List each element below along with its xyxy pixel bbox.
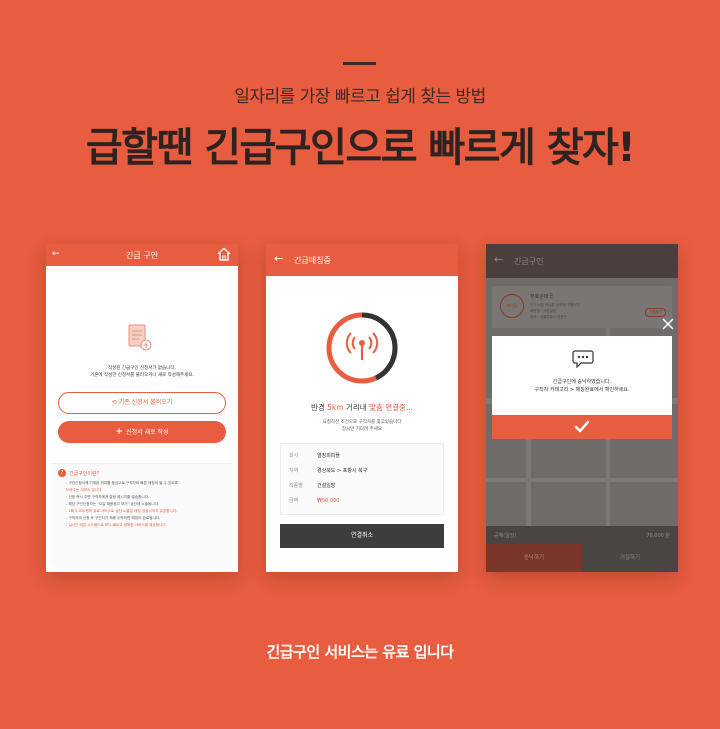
table-row: 회사 열정피피플 xyxy=(289,453,341,459)
help-line: - 1회 5,000원의 유료 서비스로 상단 노출은 매칭 성공시까지 유효합… xyxy=(66,509,178,513)
table-row: 지역 경상북도 > 포항시 북구 xyxy=(289,468,368,474)
help-line: - 신청 즉시 주변 구직자에게 알림 메시지를 발송합니다. xyxy=(66,495,150,499)
page-subtitle: 일자리를 가장 빠르고 쉽게 찾는 방법 xyxy=(234,87,486,107)
confirmation-modal: 긴급구인에 승낙하였습니다. 구직자 카테고리 > 매칭완료에서 확인하세요. xyxy=(492,336,672,439)
confirm-button[interactable] xyxy=(492,415,672,439)
close-icon[interactable] xyxy=(662,318,674,330)
job-info-table: 회사 열정피피플 지역 경상북도 > 포항시 북구 직종별 건설일방 금액 ₩50,00… xyxy=(280,443,444,515)
empty-state-message: 작성된 긴급구인 신청서가 없습니다. 기존에 작성한 신청서를 불러오거나 새… xyxy=(90,366,194,378)
help-line: - 실시간 매칭 시스템으로 보다 빠르고 정확한 서비스를 제공합니다. xyxy=(66,523,167,527)
phone-screen-request: ← 긴급 구인 작성된 긴급구인 신청서가 없습니다. 기존에 작성한 신청서를… xyxy=(46,244,238,572)
shop-name: 부호순대국 xyxy=(530,294,554,300)
accept-button[interactable]: 승낙하기 xyxy=(486,544,582,572)
chat-icon xyxy=(572,350,594,368)
radar-icon xyxy=(326,312,398,384)
new-application-button[interactable]: + 신청서 새로 작성 xyxy=(58,421,226,443)
apply-tag[interactable]: 지원하기 xyxy=(645,308,666,317)
table-row: 금액 ₩50,000 xyxy=(289,498,340,504)
refresh-icon: ⟲ xyxy=(111,399,119,406)
app-header: ← 긴급구인 xyxy=(486,244,678,278)
screen-title: 긴급구인 xyxy=(514,257,544,266)
pay-info-bar: 공예(일당) 70,000 원 xyxy=(486,526,678,544)
table-row: 직종별 건설일방 xyxy=(289,483,336,489)
help-line: 도와주는 서비스 입니다. xyxy=(66,488,103,492)
phone-screen-accepted: ← 긴급구인 매익당 부호순대국 인기 서빙 하실분 급하게 구합니다 희망별 … xyxy=(486,244,678,572)
cancel-connection-button[interactable]: 연결취소 xyxy=(280,524,444,548)
action-buttons: 승낙하기 거절하기 xyxy=(486,544,678,572)
home-icon[interactable] xyxy=(216,246,232,262)
page-headline: 급할땐 긴급구인으로 빠르게 찾자! xyxy=(85,125,636,171)
connecting-subtext: 요청하신 조건으로 구직자를 찾고있습니다 잠시만 기다려 주세요 xyxy=(322,420,402,432)
paid-service-note: 긴급구인 서비스는 유료 입니다 xyxy=(266,643,454,661)
reject-button[interactable]: 거절하기 xyxy=(582,544,678,572)
back-arrow-icon[interactable]: ← xyxy=(494,253,503,266)
screen-title: 긴급매칭중 xyxy=(294,256,331,265)
phone-screen-matching: ← 긴급매칭중 반경 5km 거리내 맞춤 연결중... 요청하신 조건으로 구… xyxy=(266,244,458,572)
load-application-button[interactable]: ⟲ 기존 신청서 불러오기 xyxy=(58,392,226,414)
modal-message: 긴급구인에 승낙하였습니다. 구직자 카테고리 > 매칭완료에서 확인하세요. xyxy=(534,379,630,393)
top-accent-bar xyxy=(343,62,376,65)
question-icon: ? xyxy=(58,469,66,477)
connecting-status: 반경 5km 거리내 맞춤 연결중... xyxy=(310,403,414,412)
help-line: - 구인신청서에 기재된 위치를 중심으로 구직자와 빠른 매칭이 될 수 있도… xyxy=(66,481,178,485)
document-icon xyxy=(128,324,152,351)
help-line: - 구직자의 신청 후 구인자가 최종 수락하면 매칭이 완료됩니다. xyxy=(66,516,161,520)
app-header: ← 긴급 구인 xyxy=(46,244,238,266)
help-box: ? 긴급구인이란? - 구인신청서에 기재된 위치를 중심으로 구직자와 빠른 … xyxy=(52,463,232,567)
app-header: ← 긴급매칭중 xyxy=(266,244,458,276)
help-title: 긴급구인이란? xyxy=(69,470,100,477)
back-arrow-icon[interactable]: ← xyxy=(274,252,283,265)
plus-icon: + xyxy=(115,427,127,437)
check-icon xyxy=(574,420,590,433)
shop-badge: 매익당 xyxy=(500,294,524,318)
screen-title: 긴급 구인 xyxy=(126,251,158,260)
job-card[interactable]: 매익당 부호순대국 인기 서빙 하실분 급하게 구합니다 희망별 : 서빙일방 … xyxy=(492,286,672,328)
help-line: - 해당 구인신청서는 "오늘 채용공고 보기" 상단에 노출됩니다. xyxy=(66,502,160,506)
